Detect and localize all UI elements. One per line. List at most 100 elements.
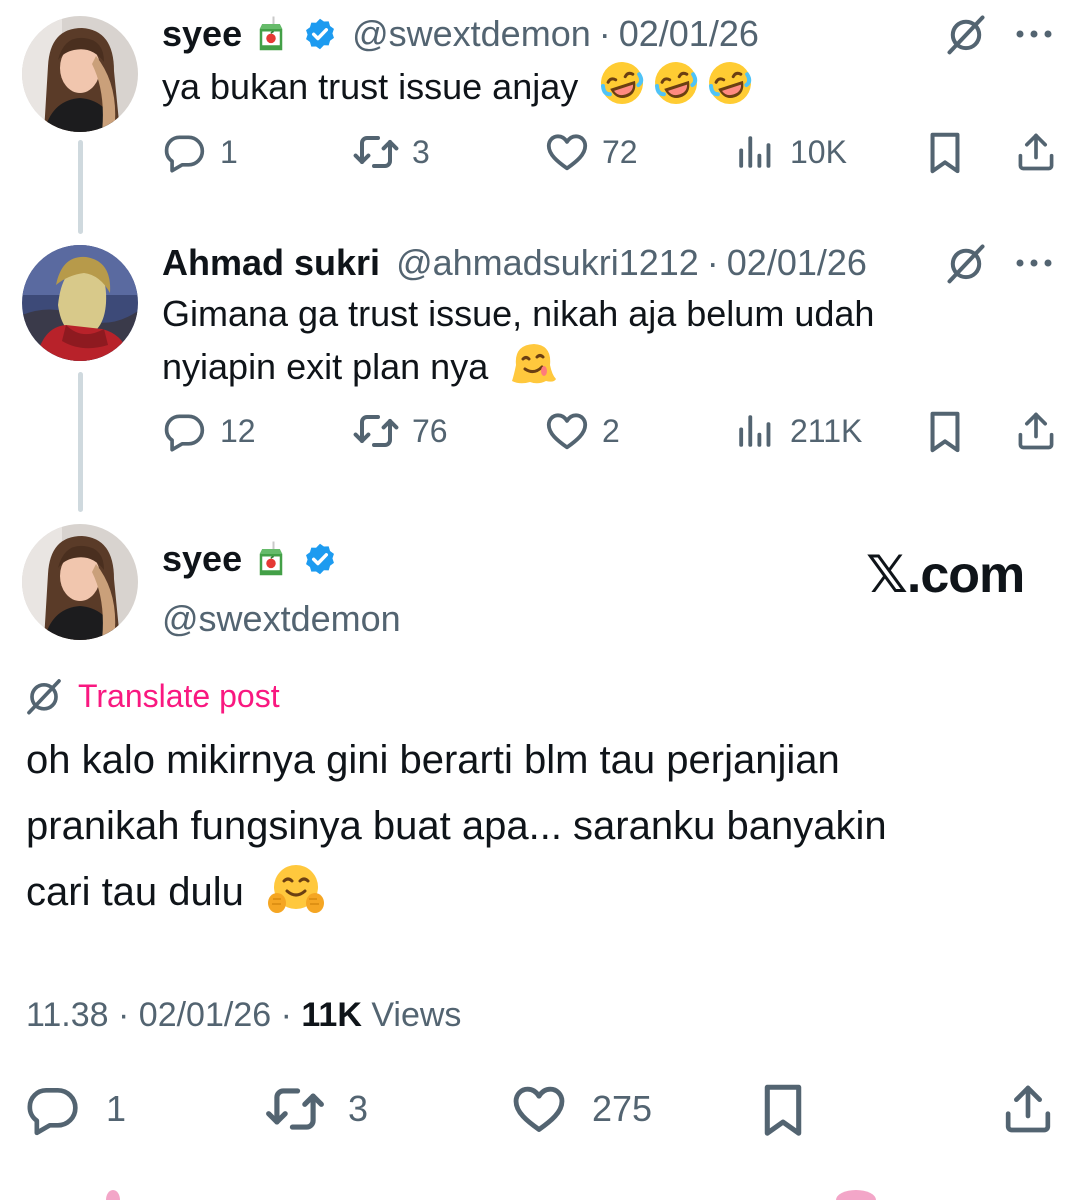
reply-button[interactable]: 12 [162, 401, 256, 461]
repost-count: 3 [348, 1088, 369, 1129]
rofl-emoji [598, 59, 646, 120]
tweet-text-line: nyiapin exit plan nya [162, 346, 489, 387]
separator: · [706, 242, 719, 283]
tweet-text: Gimana ga trust issue, nikah aja belum u… [162, 289, 874, 400]
bookmark-button[interactable] [922, 401, 968, 461]
views-count: 10K [790, 133, 847, 170]
share-icon [1014, 130, 1058, 174]
share-button[interactable] [1014, 401, 1058, 461]
share-icon [1014, 409, 1058, 453]
separator: · [118, 996, 130, 1034]
grok-icon [24, 676, 64, 716]
juice-box-emoji [256, 15, 286, 53]
repost-count: 76 [412, 412, 448, 449]
author-name[interactable]: syee [162, 16, 242, 52]
reply-count: 1 [106, 1088, 127, 1129]
reply-icon [162, 130, 206, 174]
share-button[interactable] [1000, 1076, 1056, 1142]
reply-icon [162, 409, 206, 453]
verified-badge-icon[interactable] [302, 16, 338, 52]
bookmark-icon [922, 129, 968, 175]
views-icon [734, 131, 776, 173]
rofl-emoji [652, 59, 700, 120]
bookmark-icon [754, 1080, 812, 1138]
tweet-actions: 12 76 2 211K [0, 401, 1086, 461]
author-handle[interactable]: @swextdemon [352, 16, 591, 52]
views-count: 11K [301, 996, 362, 1034]
views-label: Views [371, 996, 462, 1034]
avatar[interactable] [22, 16, 138, 132]
reply-count: 1 [220, 133, 238, 170]
repost-count: 3 [412, 133, 430, 170]
reply-button[interactable]: 1 [162, 122, 238, 182]
repost-icon [264, 1078, 326, 1140]
grok-icon[interactable] [944, 241, 988, 285]
like-button[interactable]: 275 [510, 1076, 652, 1142]
tweet-header: syee @swextdemon · 02/01/26 [162, 15, 759, 53]
like-button[interactable]: 2 [544, 401, 620, 461]
main-tweet-actions: 1 3 275 [0, 1076, 1086, 1142]
post-date[interactable]: 02/01/26 [727, 245, 867, 281]
tweet-header: Ahmad sukri @ahmadsukri1212 · 02/01/26 [162, 245, 867, 281]
views-icon [734, 410, 776, 452]
author-handle[interactable]: @swextdemon [162, 598, 401, 640]
tweet-text-line: pranikah fungsinya buat apa... saranku b… [26, 804, 887, 848]
author-handle[interactable]: @ahmadsukri1212 [396, 245, 699, 281]
grok-icon[interactable] [944, 12, 988, 56]
tweet-text-line: cari tau dulu [26, 870, 244, 914]
bookmark-button[interactable] [754, 1076, 812, 1142]
share-button[interactable] [1014, 122, 1058, 182]
author-name[interactable]: syee [162, 538, 242, 580]
author-name[interactable]: Ahmad sukri [162, 245, 380, 281]
like-button[interactable]: 72 [544, 122, 638, 182]
tweet-text: ya bukan trust issue anjay [162, 59, 754, 120]
repost-icon [352, 407, 400, 455]
views-button[interactable]: 10K [734, 122, 847, 182]
share-icon [1000, 1081, 1056, 1137]
like-icon [510, 1080, 568, 1138]
post-date[interactable]: 02/01/26 [139, 996, 271, 1034]
post-time[interactable]: 11.38 [26, 996, 109, 1034]
tweet-top-actions [944, 12, 1054, 56]
views-button[interactable]: 211K [734, 401, 862, 461]
repost-button[interactable]: 76 [352, 401, 448, 461]
tweet-text-line: Gimana ga trust issue, nikah aja belum u… [162, 293, 875, 334]
tweet-top-actions [944, 241, 1054, 285]
post-date[interactable]: 02/01/26 [619, 16, 759, 52]
like-count: 72 [602, 133, 638, 170]
bookmark-icon [922, 408, 968, 454]
repost-button[interactable]: 3 [352, 122, 430, 182]
reply-icon [24, 1081, 80, 1137]
x-com-watermark: 𝕏.com [866, 546, 1025, 604]
separator: · [280, 996, 292, 1034]
reply-count: 12 [220, 412, 256, 449]
bookmark-button[interactable] [922, 122, 968, 182]
partial-icon [106, 1190, 120, 1200]
juice-box-emoji [256, 540, 286, 578]
avatar[interactable] [22, 524, 138, 640]
translate-post-button[interactable]: Translate post [24, 676, 280, 716]
like-count: 275 [592, 1088, 653, 1129]
verified-badge-icon[interactable] [302, 541, 338, 577]
like-count: 2 [602, 412, 620, 449]
tweet-text-line: oh kalo mikirnya gini berarti blm tau pe… [26, 738, 840, 782]
more-icon[interactable] [1014, 257, 1054, 269]
repost-button[interactable]: 3 [264, 1076, 368, 1142]
rofl-emoji [706, 59, 754, 120]
like-icon [544, 408, 590, 454]
partial-icon [836, 1190, 876, 1200]
views-count: 211K [790, 412, 863, 449]
reply-button[interactable]: 1 [24, 1076, 126, 1142]
main-author-block: syee @swextdemon [162, 538, 401, 640]
hugging-face-emoji [267, 861, 325, 937]
tweet-actions: 1 3 72 10K [0, 122, 1086, 182]
separator: · [598, 13, 611, 54]
melting-face-emoji [508, 339, 558, 400]
avatar[interactable] [22, 245, 138, 361]
more-icon[interactable] [1014, 28, 1054, 40]
main-tweet-text: oh kalo mikirnya gini berarti blm tau pe… [26, 727, 887, 937]
repost-icon [352, 128, 400, 176]
tweet-text-line: ya bukan trust issue anjay [162, 66, 579, 107]
translate-label: Translate post [78, 677, 280, 714]
post-meta: 11.38 · 02/01/26 · 11K Views [26, 996, 461, 1035]
